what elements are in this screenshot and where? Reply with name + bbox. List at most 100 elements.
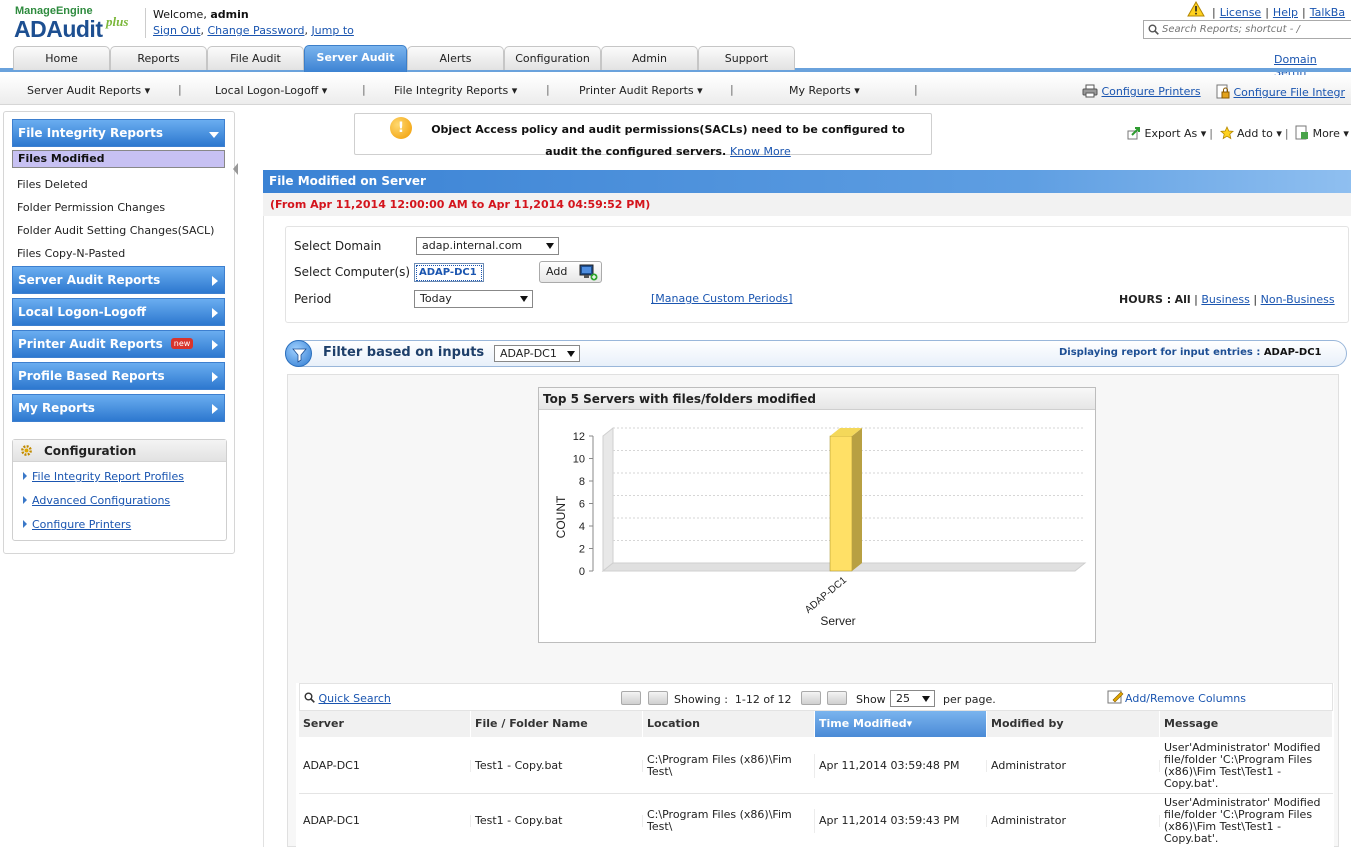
notice-banner: ! Object Access policy and audit permiss…	[354, 113, 932, 158]
table-cell-server: ADAP-DC1	[299, 760, 471, 772]
sidebar-head-my-reports[interactable]: My Reports	[12, 394, 225, 422]
table-cell-server: ADAP-DC1	[299, 815, 471, 827]
y-tick-label: 6	[579, 499, 585, 511]
subnav-server-audit-reports[interactable]: Server Audit Reports ▾	[27, 84, 150, 97]
column-header-time-modified[interactable]: Time Modified▾	[815, 711, 987, 737]
column-header-server[interactable]: Server	[299, 711, 471, 737]
quick-search[interactable]: Quick Search	[304, 692, 391, 705]
warning-icon[interactable]	[1187, 1, 1205, 17]
sidebar-item-files-deleted[interactable]: Files Deleted	[12, 173, 225, 196]
tab-home[interactable]: Home	[13, 46, 110, 70]
logo-product[interactable]: ADAudit	[14, 16, 103, 43]
more-button[interactable]: More ▾	[1313, 127, 1349, 140]
license-link[interactable]: License	[1220, 6, 1261, 19]
sidebar-item-files-modified[interactable]: Files Modified	[12, 150, 225, 168]
add-remove-columns[interactable]: Add/Remove Columns	[1107, 690, 1246, 705]
exclamation-icon: !	[390, 117, 412, 139]
tab-configuration[interactable]: Configuration	[504, 46, 601, 70]
column-header-file-folder[interactable]: File / Folder Name	[471, 711, 643, 737]
export-as-button[interactable]: Export As ▾	[1145, 127, 1207, 140]
talkback-link[interactable]: TalkBa	[1310, 6, 1345, 19]
tab-support[interactable]: Support	[698, 46, 795, 70]
table-cell-modified-by: Administrator	[987, 760, 1160, 772]
last-page-icon[interactable]	[827, 691, 847, 705]
prev-page-icon[interactable]	[648, 691, 668, 705]
next-page-icon[interactable]	[801, 691, 821, 705]
subnav-file-integrity-reports[interactable]: File Integrity Reports ▾	[394, 84, 517, 97]
configure-file-integrity-top[interactable]: Configure File Integr	[1216, 84, 1345, 99]
tab-server-audit[interactable]: Server Audit	[304, 45, 407, 72]
first-page-icon[interactable]	[621, 691, 641, 705]
sidebar-head-printer-audit[interactable]: Printer Audit Reports new	[12, 330, 225, 358]
chevron-right-icon	[212, 372, 218, 382]
table-cell-modified-by: Administrator	[987, 815, 1160, 827]
per-page-select[interactable]: 25	[890, 690, 935, 707]
subnav-my-reports[interactable]: My Reports ▾	[789, 84, 860, 97]
help-link[interactable]: Help	[1273, 6, 1298, 19]
chevron-down-icon	[922, 696, 930, 702]
column-header-modified-by[interactable]: Modified by	[987, 711, 1160, 737]
hours-nonbusiness-link[interactable]: Non-Business	[1261, 293, 1335, 306]
file-integrity-report-profiles-link[interactable]: File Integrity Report Profiles	[23, 470, 184, 483]
quick-search-link[interactable]: Quick Search	[319, 692, 391, 705]
welcome-text: Welcome, admin	[153, 8, 249, 21]
period-select[interactable]: Today	[414, 290, 533, 308]
chevron-right-icon	[212, 276, 218, 286]
manage-custom-periods-link[interactable]: [Manage Custom Periods]	[651, 292, 792, 305]
tab-admin[interactable]: Admin	[601, 46, 698, 70]
configure-printers-link[interactable]: Configure Printers	[23, 518, 131, 531]
user-links: Sign Out, Change Password, Jump to	[153, 24, 354, 37]
subnav-printer-audit-reports[interactable]: Printer Audit Reports ▾	[579, 84, 703, 97]
sign-out-link[interactable]: Sign Out	[153, 24, 200, 37]
sidebar-item-folder-permission-changes[interactable]: Folder Permission Changes	[12, 196, 225, 219]
report-actions: Export As ▾ | Add to ▾ | More ▾	[1127, 125, 1349, 140]
sidebar-head-local-logon[interactable]: Local Logon-Logoff	[12, 298, 225, 326]
per-page-suffix: per page.	[943, 693, 996, 706]
advanced-configurations-link[interactable]: Advanced Configurations	[23, 494, 170, 507]
tab-alerts[interactable]: Alerts	[407, 46, 504, 70]
add-computer-button[interactable]: Add	[539, 261, 602, 283]
tab-file-audit[interactable]: File Audit	[207, 46, 304, 70]
logo-plus: plus	[106, 14, 129, 29]
hours-all[interactable]: All	[1175, 293, 1191, 306]
chevron-down-icon	[546, 243, 554, 249]
column-header-location[interactable]: Location	[643, 711, 815, 737]
computer-field[interactable]: ADAP-DC1	[414, 263, 484, 282]
sidebar-item-files-copy-n-pasted[interactable]: Files Copy-N-Pasted	[12, 242, 225, 265]
filter-select[interactable]: ADAP-DC1	[494, 345, 580, 362]
jump-to-link[interactable]: Jump to	[311, 24, 353, 37]
hours-business-link[interactable]: Business	[1201, 293, 1250, 306]
domain-select[interactable]: adap.internal.com	[416, 237, 559, 255]
select-computer-label: Select Computer(s)	[294, 265, 411, 279]
chevron-right-icon	[212, 308, 218, 318]
x-tick-label: ADAP-DC1	[803, 575, 849, 616]
sidebar-head-file-integrity[interactable]: File Integrity Reports	[12, 119, 225, 147]
configure-printers-link[interactable]: Configure Printers	[1102, 85, 1201, 98]
show-label: Show	[856, 693, 886, 706]
chevron-down-icon	[520, 296, 528, 302]
chart-panel: Top 5 Servers with files/folders modifie…	[538, 387, 1096, 643]
search-icon	[1148, 24, 1159, 35]
change-password-link[interactable]: Change Password	[207, 24, 304, 37]
sidebar-item-folder-audit-setting-changes[interactable]: Folder Audit Setting Changes(SACL)	[12, 219, 225, 242]
add-to-button[interactable]: Add to ▾	[1237, 127, 1282, 140]
more-icon	[1295, 125, 1309, 140]
sidebar-head-server-audit[interactable]: Server Audit Reports	[12, 266, 225, 294]
configure-file-integrity-link[interactable]: Configure File Integr	[1234, 86, 1346, 99]
subnav-local-logon-logoff[interactable]: Local Logon-Logoff ▾	[215, 84, 327, 97]
configuration-box: Configuration File Integrity Report Prof…	[12, 439, 227, 541]
filter-icon[interactable]	[285, 340, 312, 367]
column-header-message[interactable]: Message	[1160, 711, 1333, 737]
sidebar-collapse-icon[interactable]	[233, 163, 238, 175]
report-date-range: (From Apr 11,2014 12:00:00 AM to Apr 11,…	[263, 193, 1351, 216]
lock-file-icon	[1216, 84, 1230, 99]
search-box[interactable]	[1143, 20, 1351, 39]
username: admin	[210, 8, 249, 21]
period-label: Period	[294, 292, 332, 306]
configure-printers-top[interactable]: Configure Printers	[1082, 84, 1201, 98]
search-input[interactable]	[1162, 21, 1348, 37]
tab-reports[interactable]: Reports	[110, 46, 207, 70]
know-more-link[interactable]: Know More	[730, 145, 791, 158]
sidebar-head-profile-based[interactable]: Profile Based Reports	[12, 362, 225, 390]
chevron-right-icon	[212, 404, 218, 414]
